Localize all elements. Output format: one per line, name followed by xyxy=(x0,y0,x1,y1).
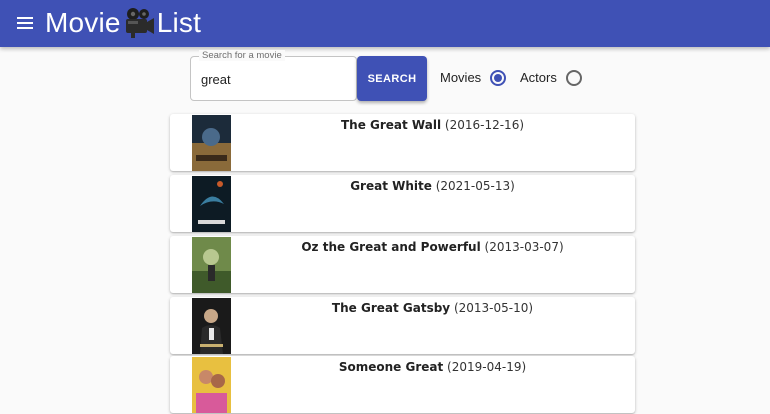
movie-title: The Great Gatsby xyxy=(331,301,451,315)
movie-card[interactable]: The Great Wall (2016-12-16) xyxy=(170,114,635,171)
movie-release-date: (2013-05-10) xyxy=(453,301,534,315)
movie-title: Someone Great xyxy=(338,360,444,374)
app-title: Movie List xyxy=(45,6,201,40)
actors-radio[interactable] xyxy=(566,70,582,86)
app-title-list: List xyxy=(156,7,202,38)
movie-card[interactable]: Oz the Great and Powerful (2013-03-07) xyxy=(170,236,635,293)
movie-release-date: (2019-04-19) xyxy=(447,360,527,374)
movie-poster xyxy=(192,176,231,232)
app-bar: Movie List xyxy=(0,0,770,47)
movie-poster xyxy=(192,357,231,413)
movie-info: Someone Great (2019-04-19) xyxy=(240,360,625,374)
movie-info: Great White (2021-05-13) xyxy=(240,179,625,193)
app-title-movie: Movie xyxy=(45,7,121,38)
movie-release-date: (2021-05-13) xyxy=(435,179,515,193)
movie-title: Great White xyxy=(350,179,432,193)
movie-card[interactable]: Great White (2021-05-13) xyxy=(170,175,635,232)
movie-info: The Great Wall (2016-12-16) xyxy=(240,118,625,132)
movie-poster xyxy=(192,115,231,171)
movie-info: The Great Gatsby (2013-05-10) xyxy=(240,301,625,315)
movie-release-date: (2016-12-16) xyxy=(444,118,525,132)
search-button[interactable]: SEARCH xyxy=(357,56,427,101)
movie-poster xyxy=(192,237,231,293)
movie-card[interactable]: The Great Gatsby (2013-05-10) xyxy=(170,297,635,354)
actors-radio-label[interactable]: Actors xyxy=(520,70,557,85)
movie-release-date: (2013-03-07) xyxy=(484,240,564,254)
search-label: Search for a movie xyxy=(199,50,285,61)
movies-radio-label[interactable]: Movies xyxy=(440,70,481,85)
movie-title: Oz the Great and Powerful xyxy=(301,240,481,254)
movie-camera-icon xyxy=(125,8,154,38)
movie-title: The Great Wall xyxy=(340,118,442,132)
search-input[interactable] xyxy=(201,69,351,89)
search-field: Search for a movie xyxy=(190,50,357,101)
movie-info: Oz the Great and Powerful (2013-03-07) xyxy=(240,240,625,254)
menu-icon[interactable] xyxy=(14,12,36,34)
movies-radio[interactable] xyxy=(490,70,506,86)
movie-poster xyxy=(192,298,231,354)
movie-card[interactable]: Someone Great (2019-04-19) xyxy=(170,356,635,413)
